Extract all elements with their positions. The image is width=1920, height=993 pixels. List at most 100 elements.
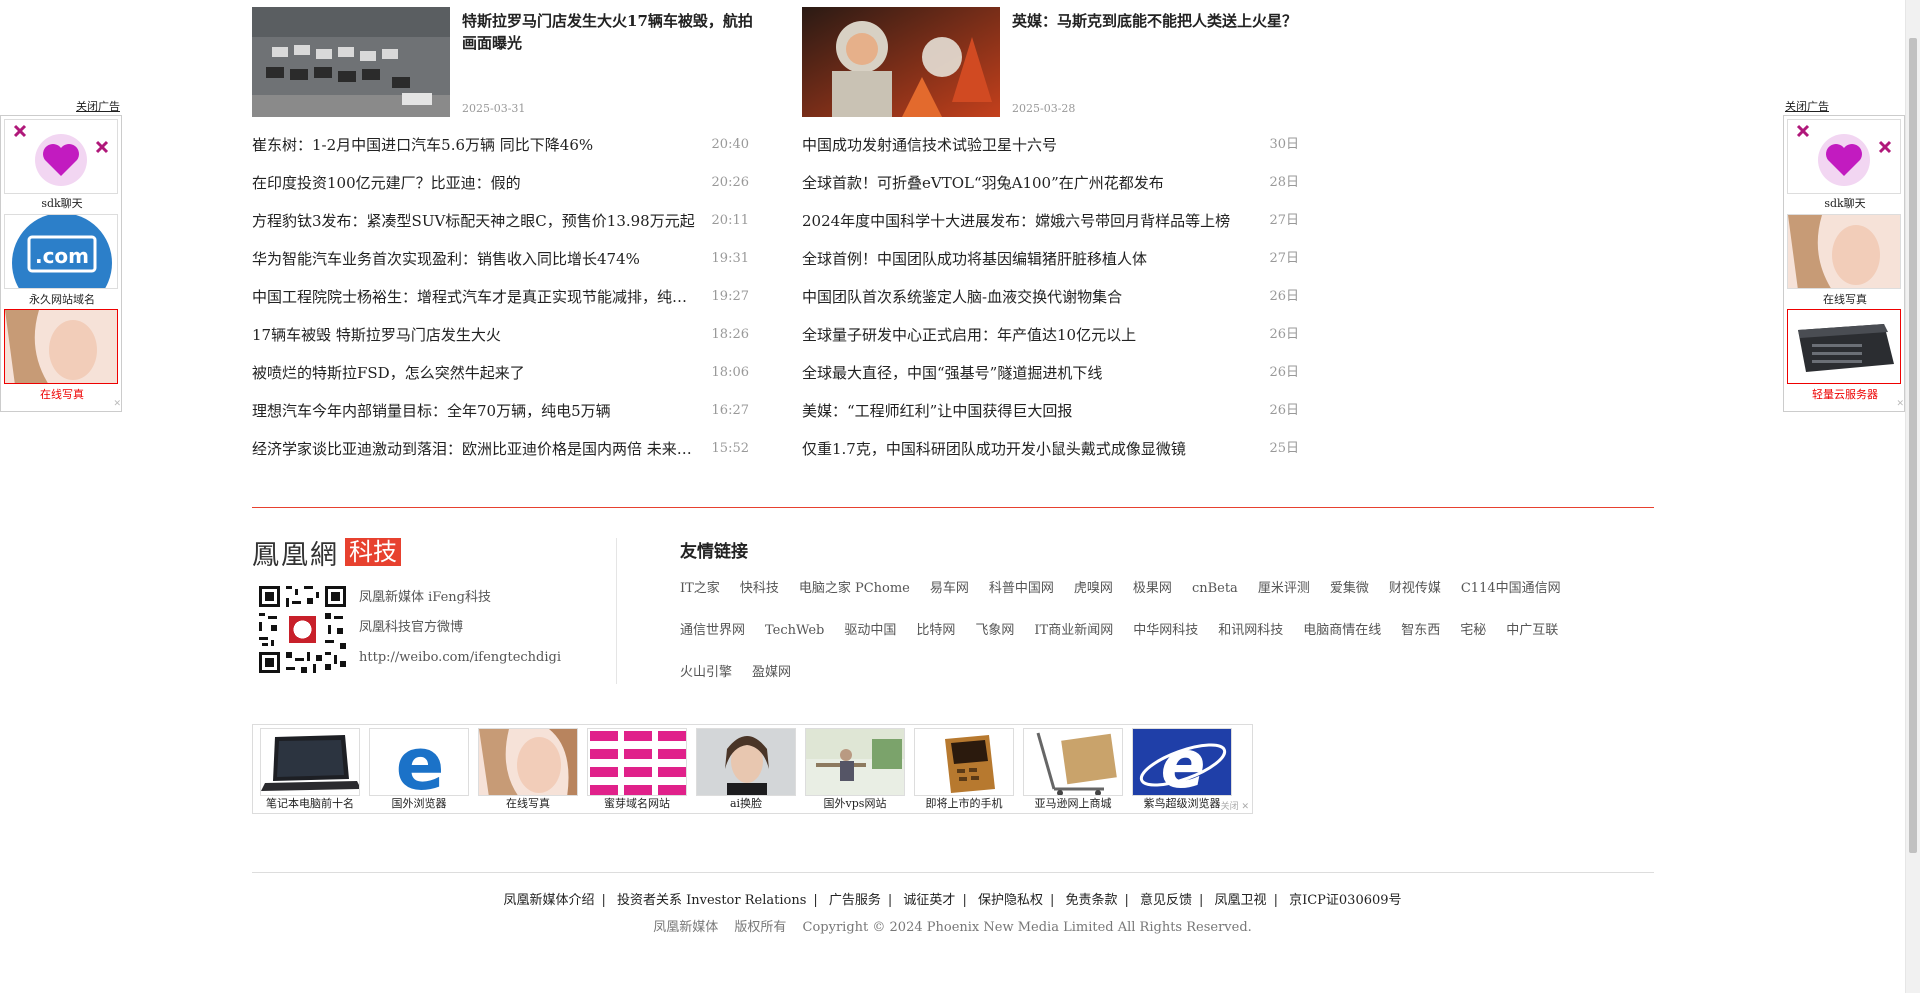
friend-link[interactable]: 虎嗅网: [1074, 578, 1113, 620]
friend-link[interactable]: 盈媒网: [752, 662, 791, 704]
ad-item[interactable]: 在线写真: [478, 728, 578, 812]
friend-link[interactable]: cnBeta: [1192, 578, 1238, 620]
ad-item[interactable]: 国外vps网站: [805, 728, 905, 812]
friend-link[interactable]: 厘米评测: [1258, 578, 1310, 620]
portrait-image[interactable]: [1787, 214, 1901, 289]
list-item[interactable]: 华为智能汽车业务首次实现盈利：销售收入同比增长474% 19:31: [252, 240, 749, 278]
friend-link[interactable]: 驱动中国: [844, 620, 896, 662]
footer-link[interactable]: 广告服务: [829, 893, 881, 908]
ad-caption[interactable]: 笔记本电脑前十名: [260, 796, 360, 811]
ad-caption[interactable]: 国外vps网站: [805, 796, 905, 811]
news-title[interactable]: 被喷烂的特斯拉FSD，怎么突然牛起来了: [252, 354, 702, 392]
side-ad-caption[interactable]: 在线写真: [1784, 291, 1906, 307]
side-ad-caption[interactable]: sdk聊天: [1784, 195, 1906, 211]
ad-caption[interactable]: 在线写真: [478, 796, 578, 811]
news-title[interactable]: 17辆车被毁 特斯拉罗马门店发生大火: [252, 316, 702, 354]
portrait-image[interactable]: [478, 728, 578, 796]
friend-link[interactable]: 易车网: [930, 578, 969, 620]
card-title[interactable]: 特斯拉罗马门店发生大火17辆车被毁，航拍画面曝光: [462, 10, 762, 54]
card-thumbnail-2[interactable]: [802, 7, 1000, 117]
close-ad-link[interactable]: 关闭广告: [76, 98, 120, 114]
news-title[interactable]: 方程豹钛3发布：紧凑型SUV标配天神之眼C，预售价13.98万元起: [252, 202, 702, 240]
list-item[interactable]: 在印度投资100亿元建厂？比亚迪：假的 20:26: [252, 164, 749, 202]
ad-caption[interactable]: 国外浏览器: [369, 796, 469, 811]
list-item[interactable]: 17辆车被毁 特斯拉罗马门店发生大火 18:26: [252, 316, 749, 354]
friend-link[interactable]: 电脑商情在线: [1303, 620, 1381, 662]
ifeng-tech-logo[interactable]: 鳳凰網 科技: [252, 537, 401, 571]
friend-link[interactable]: 中广互联: [1506, 620, 1558, 662]
card-thumbnail-1[interactable]: [252, 7, 450, 117]
friend-link[interactable]: 智东西: [1401, 620, 1440, 662]
friend-link[interactable]: TechWeb: [765, 620, 824, 662]
list-item[interactable]: 崔东树：1-2月中国进口汽车5.6万辆 同比下降46% 20:40: [252, 126, 749, 164]
friend-link[interactable]: 宅秘: [1460, 620, 1486, 662]
footer-link[interactable]: 京ICP证030609号: [1289, 893, 1401, 908]
list-item[interactable]: 中国工程院院士杨裕生：增程式汽车才是真正实现节能减排，纯电车只是转移排放 19:2…: [252, 278, 749, 316]
ad-item[interactable]: 笔记本电脑前十名: [260, 728, 360, 812]
ad-caption[interactable]: 即将上市的手机: [914, 796, 1014, 811]
browser-e-logo-image[interactable]: e: [1132, 728, 1232, 796]
footer-link[interactable]: 保护隐私权: [978, 893, 1043, 908]
footer-link[interactable]: 凤凰卫视: [1215, 893, 1267, 908]
brand-link-weibo-url[interactable]: http://weibo.com/ifengtechdigi: [359, 648, 561, 678]
friend-link[interactable]: 电脑之家 PChome: [799, 578, 910, 620]
footer-link[interactable]: 免责条款: [1065, 893, 1117, 908]
news-card-2[interactable]: 英媒：马斯克到底能不能把人类送上火星？ 2025-03-28: [802, 7, 1312, 117]
ad-item[interactable]: 即将上市的手机: [914, 728, 1014, 812]
news-title[interactable]: 中国成功发射通信技术试验卫星十六号: [802, 126, 1252, 164]
ad-item[interactable]: ai换脸: [696, 728, 796, 812]
friend-link[interactable]: IT商业新闻网: [1034, 620, 1113, 662]
friend-link[interactable]: 通信世界网: [680, 620, 745, 662]
footer-link[interactable]: 投资者关系 Investor Relations: [617, 893, 806, 908]
list-item[interactable]: 被喷烂的特斯拉FSD，怎么突然牛起来了 18:06: [252, 354, 749, 392]
face-image[interactable]: [696, 728, 796, 796]
ad-item[interactable]: 亚马逊网上商城: [1023, 728, 1123, 812]
list-item[interactable]: 中国成功发射通信技术试验卫星十六号 30日: [802, 126, 1299, 164]
domain-com-image[interactable]: .com: [4, 214, 118, 289]
footer-link[interactable]: 意见反馈: [1140, 893, 1192, 908]
footer-link[interactable]: 诚征英才: [903, 893, 955, 908]
news-title[interactable]: 仅重1.7克，中国科研团队成功开发小鼠头戴式成像显微镜: [802, 430, 1252, 468]
news-title[interactable]: 理想汽车今年内部销量目标：全年70万辆，纯电5万辆: [252, 392, 702, 430]
friend-link[interactable]: 财视传媒: [1389, 578, 1441, 620]
side-ad-caption[interactable]: sdk聊天: [1, 195, 123, 211]
friend-link[interactable]: 快科技: [740, 578, 779, 620]
close-ad-link[interactable]: 关闭广告: [1785, 98, 1829, 114]
office-image[interactable]: [805, 728, 905, 796]
list-item[interactable]: 中国团队首次系统鉴定人脑-血液交换代谢物集合 26日: [802, 278, 1299, 316]
list-item[interactable]: 2024年度中国科学十大进展发布：嫦娥六号带回月背样品等上榜 27日: [802, 202, 1299, 240]
ad-item[interactable]: e 紫鸟超级浏览器: [1132, 728, 1232, 812]
list-item[interactable]: 仅重1.7克，中国科研团队成功开发小鼠头戴式成像显微镜 25日: [802, 430, 1299, 468]
list-item[interactable]: 全球首例！中国团队成功将基因编辑猪肝脏移植人体 27日: [802, 240, 1299, 278]
news-title[interactable]: 全球首例！中国团队成功将基因编辑猪肝脏移植人体: [802, 240, 1252, 278]
friend-link[interactable]: C114中国通信网: [1461, 578, 1561, 620]
side-ad-close-icon[interactable]: ✕: [61, 399, 121, 411]
server-image[interactable]: [1787, 309, 1901, 384]
list-item[interactable]: 理想汽车今年内部销量目标：全年70万辆，纯电5万辆 16:27: [252, 392, 749, 430]
friend-link[interactable]: 火山引擎: [680, 662, 732, 704]
news-title[interactable]: 全球最大直径，中国“强基号”隧道掘进机下线: [802, 354, 1252, 392]
ad-close-button[interactable]: 关闭 ✕: [1212, 801, 1252, 813]
friend-link[interactable]: 极果网: [1133, 578, 1172, 620]
news-title[interactable]: 全球量子研发中心正式启用：年产值达10亿元以上: [802, 316, 1252, 354]
news-title[interactable]: 在印度投资100亿元建厂？比亚迪：假的: [252, 164, 702, 202]
friend-link[interactable]: 比特网: [916, 620, 955, 662]
friend-link[interactable]: IT之家: [680, 578, 720, 620]
brand-link-weibo[interactable]: 凤凰科技官方微博: [359, 618, 561, 648]
news-title[interactable]: 中国工程院院士杨裕生：增程式汽车才是真正实现节能减排，纯电车只是转移排放: [252, 278, 702, 316]
friend-link[interactable]: 和讯网科技: [1218, 620, 1283, 662]
news-title[interactable]: 经济学家谈比亚迪激动到落泪：欧洲比亚迪价格是国内两倍 未来会更好: [252, 430, 702, 468]
page-scrollbar[interactable]: [1905, 0, 1920, 993]
ad-item[interactable]: e 国外浏览器: [369, 728, 469, 812]
news-title[interactable]: 华为智能汽车业务首次实现盈利：销售收入同比增长474%: [252, 240, 702, 278]
ad-caption[interactable]: 亚马逊网上商城: [1023, 796, 1123, 811]
side-ad-caption[interactable]: 永久网站域名: [1, 291, 123, 307]
friend-link[interactable]: 飞象网: [975, 620, 1014, 662]
ad-item[interactable]: 蜜芽域名网站: [587, 728, 687, 812]
phone-image[interactable]: [914, 728, 1014, 796]
list-item[interactable]: 全球最大直径，中国“强基号”隧道掘进机下线 26日: [802, 354, 1299, 392]
list-item[interactable]: 全球首款！可折叠eVTOL“羽兔A100”在广州花都发布 28日: [802, 164, 1299, 202]
footer-link[interactable]: 凤凰新媒体介绍: [503, 893, 594, 908]
friend-link[interactable]: 中华网科技: [1133, 620, 1198, 662]
scrollbar-thumb[interactable]: [1909, 38, 1917, 853]
